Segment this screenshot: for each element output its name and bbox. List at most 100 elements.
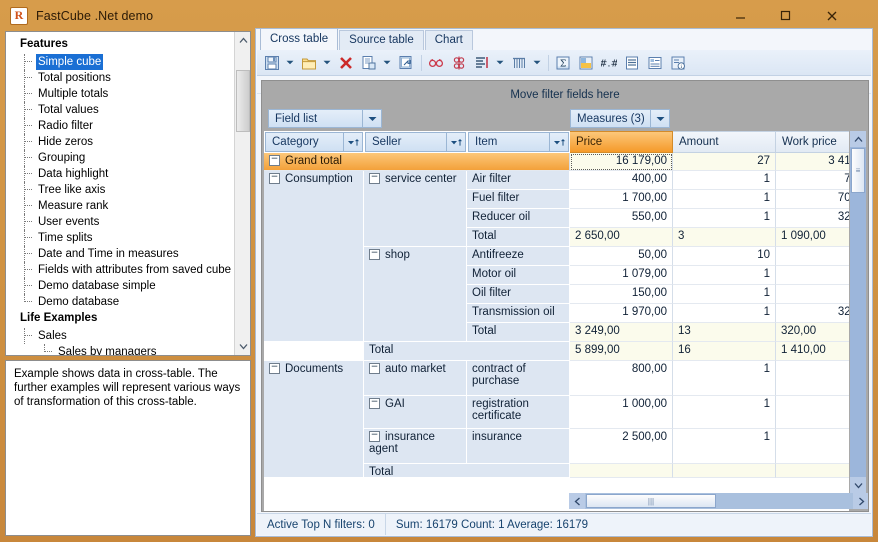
- cell-amount[interactable]: 1: [673, 171, 776, 190]
- cell-price[interactable]: 550,00: [570, 209, 673, 228]
- row-header-item[interactable]: Antifreeze: [467, 247, 570, 266]
- grid-vscroll-thumb[interactable]: ≡: [851, 148, 865, 193]
- cell-work-price[interactable]: 70,00: [776, 171, 849, 190]
- tree-item-simple-cube[interactable]: Simple cube: [12, 54, 234, 70]
- close-button[interactable]: [809, 0, 855, 31]
- sort-asc-icon[interactable]: [549, 133, 568, 151]
- collapse-icon[interactable]: −: [269, 155, 280, 167]
- cell-work-price[interactable]: [776, 361, 849, 396]
- cell-amount[interactable]: 1: [673, 361, 776, 396]
- cube-toolbar[interactable]: Σ #.# i: [257, 50, 871, 76]
- copy-to-report-icon[interactable]: [358, 52, 380, 74]
- grid-vertical-scrollbar[interactable]: ≡: [850, 131, 866, 493]
- cell-price[interactable]: 150,00: [570, 285, 673, 304]
- tab-bar[interactable]: Cross table Source table Chart: [256, 28, 872, 50]
- collapse-icon[interactable]: −: [269, 173, 280, 185]
- open-icon[interactable]: [298, 52, 320, 74]
- chevron-down-icon[interactable]: [235, 338, 250, 355]
- tab-cross-table[interactable]: Cross table: [260, 28, 339, 50]
- row-header-item[interactable]: Fuel filter: [467, 190, 570, 209]
- row-header-seller[interactable]: − auto market: [364, 361, 467, 396]
- chevron-down-icon[interactable]: [381, 52, 392, 74]
- tree-item-fields-with-attributes-from-saved-cube[interactable]: Fields with attributes from saved cube: [12, 262, 234, 278]
- row-header-item[interactable]: insurance: [467, 429, 570, 464]
- number-format-icon[interactable]: #.#: [598, 52, 620, 74]
- cell-work-price[interactable]: [776, 429, 849, 464]
- grid-hscroll-thumb[interactable]: |||: [586, 494, 716, 508]
- tree-item-demo-database-simple[interactable]: Demo database simple: [12, 278, 234, 294]
- chevron-right-icon[interactable]: [853, 493, 868, 509]
- row-header-item[interactable]: Oil filter: [467, 285, 570, 304]
- chevron-up-icon[interactable]: [235, 32, 250, 49]
- sort-asc-icon[interactable]: [343, 133, 362, 151]
- row-header-seller[interactable]: − service center: [364, 171, 467, 247]
- row-header-seller-total[interactable]: Total: [364, 464, 570, 478]
- row-header-seller[interactable]: − GAI: [364, 396, 467, 429]
- cell-work-price[interactable]: 320,00: [776, 209, 849, 228]
- cell-work-price[interactable]: [776, 396, 849, 429]
- cell-price[interactable]: 1 079,00: [570, 266, 673, 285]
- tab-source-table[interactable]: Source table: [339, 30, 424, 50]
- row-header-category[interactable]: − Documents: [264, 361, 364, 478]
- row-header-category[interactable]: − Consumption: [264, 171, 364, 342]
- filter-drop-area[interactable]: Move filter fields here: [262, 81, 868, 109]
- export-icon[interactable]: [395, 52, 417, 74]
- row-header-seller[interactable]: − shop: [364, 247, 467, 342]
- measure-header-price[interactable]: Price: [570, 131, 673, 153]
- measure-header-work-price[interactable]: Work price: [776, 131, 849, 153]
- row-header-item[interactable]: Reducer oil: [467, 209, 570, 228]
- tree-item-data-highlight[interactable]: Data highlight: [12, 166, 234, 182]
- cell-work-price[interactable]: [776, 247, 849, 266]
- row-header-seller-total[interactable]: Total: [364, 342, 570, 361]
- cell-amount[interactable]: 1: [673, 396, 776, 429]
- cell-amount[interactable]: 1: [673, 285, 776, 304]
- cell-price[interactable]: 16 179,00: [570, 153, 673, 171]
- sum-icon[interactable]: Σ: [552, 52, 574, 74]
- cell-amount[interactable]: 1: [673, 304, 776, 323]
- cell-price[interactable]: 1 000,00: [570, 396, 673, 429]
- delete-icon[interactable]: [335, 52, 357, 74]
- cell-work-price[interactable]: 3 410,00: [776, 153, 849, 171]
- tree-scrollbar[interactable]: [234, 32, 250, 355]
- properties-icon[interactable]: [644, 52, 666, 74]
- cell-price[interactable]: 800,00: [570, 361, 673, 396]
- cell-amount[interactable]: 3: [673, 228, 776, 247]
- cell-amount[interactable]: 1: [673, 429, 776, 464]
- cell-price[interactable]: 1 700,00: [570, 190, 673, 209]
- row-header-item[interactable]: Motor oil: [467, 266, 570, 285]
- sort-asc-icon[interactable]: [446, 133, 465, 151]
- cell-work-price[interactable]: [776, 266, 849, 285]
- cell-price[interactable]: 400,00: [570, 171, 673, 190]
- tree-item-total-values[interactable]: Total values: [12, 102, 234, 118]
- cell-work-price[interactable]: 0,00: [776, 285, 849, 304]
- columns-icon[interactable]: [508, 52, 530, 74]
- cell-amount[interactable]: 1: [673, 209, 776, 228]
- collapse-icon[interactable]: −: [369, 398, 380, 410]
- cell-amount[interactable]: 16: [673, 342, 776, 361]
- tree-item-sales[interactable]: Sales: [12, 328, 234, 344]
- measures-button[interactable]: Measures (3): [570, 109, 670, 128]
- chevron-down-icon[interactable]: [284, 52, 295, 74]
- link-dimensions-icon[interactable]: [425, 52, 447, 74]
- chevron-left-icon[interactable]: [569, 493, 585, 509]
- collapse-icon[interactable]: −: [369, 249, 380, 261]
- tree-item-hide-zeros[interactable]: Hide zeros: [12, 134, 234, 150]
- tree-scrollbar-thumb[interactable]: [236, 70, 250, 132]
- align-icon[interactable]: [621, 52, 643, 74]
- row-header-item[interactable]: contract of purchase: [467, 361, 570, 396]
- cell-work-price[interactable]: 320,00: [776, 304, 849, 323]
- cell-work-price[interactable]: 320,00: [776, 323, 849, 342]
- cell-price[interactable]: 5 899,00: [570, 342, 673, 361]
- collapse-icon[interactable]: −: [369, 363, 380, 375]
- collapse-icon[interactable]: −: [369, 173, 380, 185]
- chevron-down-icon[interactable]: [650, 110, 669, 127]
- cell-amount[interactable]: [673, 464, 776, 478]
- dimension-header-item[interactable]: Item: [468, 132, 569, 152]
- tree-item-grouping[interactable]: Grouping: [12, 150, 234, 166]
- minimize-button[interactable]: [717, 0, 763, 31]
- cell-work-price[interactable]: 1 090,00: [776, 228, 849, 247]
- tree-item-radio-filter[interactable]: Radio filter: [12, 118, 234, 134]
- cell-price[interactable]: 3 249,00: [570, 323, 673, 342]
- tree-item-date-and-time-in-measures[interactable]: Date and Time in measures: [12, 246, 234, 262]
- measure-header-amount[interactable]: Amount: [673, 131, 776, 153]
